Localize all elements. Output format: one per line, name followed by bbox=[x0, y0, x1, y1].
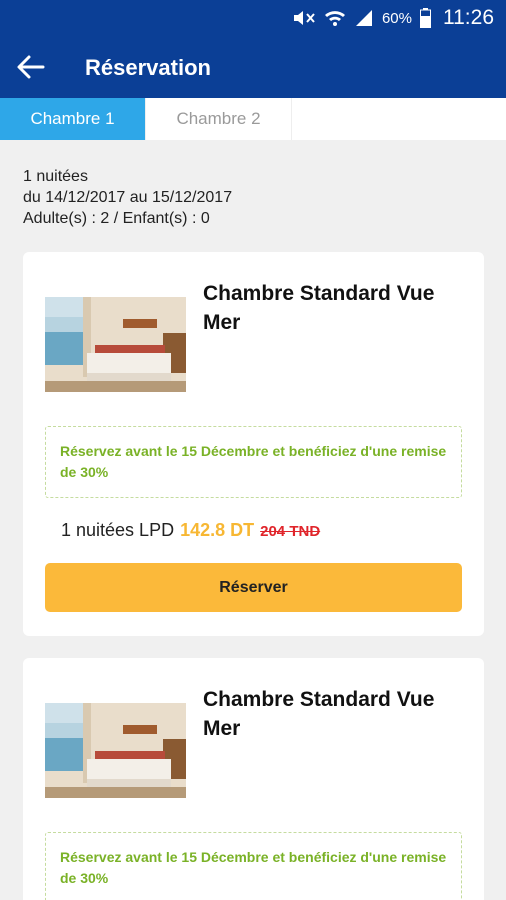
app-bar: Réservation bbox=[0, 36, 506, 98]
back-arrow-icon[interactable] bbox=[16, 54, 46, 80]
booking-summary: 1 nuitées du 14/12/2017 au 15/12/2017 Ad… bbox=[23, 166, 232, 229]
page-title: Réservation bbox=[85, 55, 211, 80]
battery-percent: 60% bbox=[381, 9, 412, 27]
reserve-button[interactable]: Réserver bbox=[45, 563, 462, 612]
nights-label: 1 nuitées LPD bbox=[61, 520, 175, 540]
discounted-price: 142.8 DT bbox=[180, 520, 255, 540]
wifi-icon bbox=[324, 9, 346, 27]
original-price: 204 TND bbox=[260, 523, 321, 540]
date-range: du 14/12/2017 au 15/12/2017 bbox=[23, 189, 233, 206]
room-offer-card: Chambre Standard Vue Mer Réservez avant … bbox=[23, 252, 484, 636]
clock: 11:26 bbox=[443, 6, 494, 29]
mute-icon bbox=[292, 10, 316, 26]
room-title: Chambre Standard Vue Mer bbox=[203, 282, 435, 334]
room-offer-card: Chambre Standard Vue Mer Réservez avant … bbox=[23, 658, 484, 900]
promo-banner: Réservez avant le 15 Décembre et benéfic… bbox=[45, 426, 462, 498]
nights-count: 1 nuitées bbox=[23, 168, 88, 185]
battery-icon bbox=[420, 8, 431, 28]
room-photo bbox=[45, 703, 186, 798]
promo-banner: Réservez avant le 15 Décembre et benéfic… bbox=[45, 832, 462, 900]
room-photo bbox=[45, 297, 186, 392]
guest-count: Adulte(s) : 2 / Enfant(s) : 0 bbox=[23, 210, 210, 227]
room-tabs: Chambre 1 Chambre 2 bbox=[0, 98, 506, 140]
tab-chambre-1[interactable]: Chambre 1 bbox=[0, 98, 146, 140]
status-icons: 60% 11:26 bbox=[292, 6, 494, 30]
status-bar: 60% 11:26 bbox=[0, 0, 506, 36]
room-title: Chambre Standard Vue Mer bbox=[203, 688, 435, 740]
signal-icon bbox=[354, 9, 374, 27]
tab-chambre-2[interactable]: Chambre 2 bbox=[146, 98, 292, 140]
price-line: 1 nuitées LPD 142.8 DT 204 TND bbox=[61, 520, 320, 541]
